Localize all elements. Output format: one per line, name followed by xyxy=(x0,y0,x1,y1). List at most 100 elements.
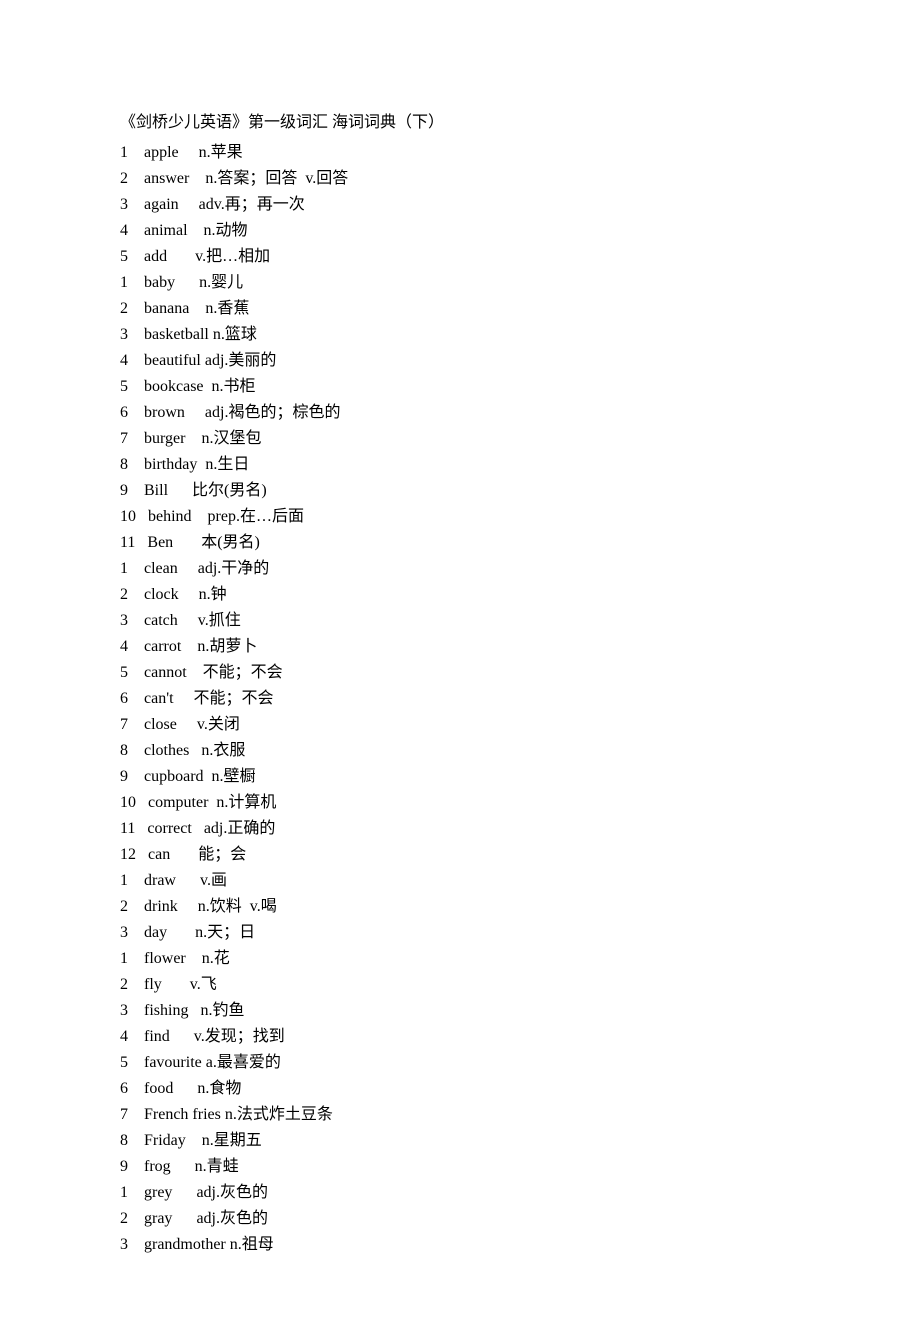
entry-word: clothes xyxy=(144,742,189,759)
entry-number: 7 xyxy=(120,716,128,733)
vocab-entry: 7 French fries n.法式炸土豆条 xyxy=(120,1102,800,1128)
entry-definition: adv.再；再一次 xyxy=(199,196,305,213)
entry-definition: n.钓鱼 xyxy=(200,1002,244,1019)
entry-word: clean xyxy=(144,560,178,577)
entry-number: 8 xyxy=(120,456,128,473)
vocab-entry: 2 answer n.答案；回答 v.回答 xyxy=(120,166,800,192)
entry-word: animal xyxy=(144,222,188,239)
entry-word: close xyxy=(144,716,177,733)
entry-word: birthday xyxy=(144,456,197,473)
vocab-entry: 3 day n.天；日 xyxy=(120,920,800,946)
vocab-entry: 9 frog n.青蛙 xyxy=(120,1154,800,1180)
entry-definition: adj.美丽的 xyxy=(205,352,277,369)
entry-number: 3 xyxy=(120,612,128,629)
entry-definition: v.把…相加 xyxy=(195,248,270,265)
vocab-entry: 2 fly v.飞 xyxy=(120,972,800,998)
vocab-entry: 1 clean adj.干净的 xyxy=(120,556,800,582)
entry-word: correct xyxy=(147,820,191,837)
entry-number: 8 xyxy=(120,1132,128,1149)
entry-number: 3 xyxy=(120,1236,128,1253)
entry-number: 6 xyxy=(120,404,128,421)
entry-number: 3 xyxy=(120,1002,128,1019)
vocab-entry: 10 computer n.计算机 xyxy=(120,790,800,816)
entry-word: food xyxy=(144,1080,173,1097)
entry-word: French fries xyxy=(144,1106,221,1123)
vocab-entry: 2 clock n.钟 xyxy=(120,582,800,608)
vocab-entry: 4 find v.发现；找到 xyxy=(120,1024,800,1050)
entry-definition: 能；会 xyxy=(198,846,246,863)
entry-number: 6 xyxy=(120,690,128,707)
entry-definition: v.画 xyxy=(200,872,227,889)
entry-definition: n.壁橱 xyxy=(212,768,256,785)
entry-definition: v.发现；找到 xyxy=(194,1028,285,1045)
entry-word: burger xyxy=(144,430,185,447)
entry-definition: adj.正确的 xyxy=(204,820,276,837)
entry-word: day xyxy=(144,924,167,941)
entry-word: grandmother xyxy=(144,1236,226,1253)
vocab-entry: 3 fishing n.钓鱼 xyxy=(120,998,800,1024)
entry-word: gray xyxy=(144,1210,172,1227)
entry-number: 9 xyxy=(120,1158,128,1175)
entry-word: favourite xyxy=(144,1054,202,1071)
entry-definition: a.最喜爱的 xyxy=(206,1054,281,1071)
vocab-entry: 7 close v.关闭 xyxy=(120,712,800,738)
entry-number: 1 xyxy=(120,560,128,577)
entry-word: computer xyxy=(148,794,208,811)
entry-number: 5 xyxy=(120,1054,128,1071)
entry-number: 5 xyxy=(120,248,128,265)
entry-word: fly xyxy=(144,976,162,993)
vocab-entry: 6 food n.食物 xyxy=(120,1076,800,1102)
entry-definition: 不能；不会 xyxy=(194,690,274,707)
entry-number: 1 xyxy=(120,872,128,889)
entry-word: add xyxy=(144,248,167,265)
entry-definition: adj.灰色的 xyxy=(196,1210,268,1227)
entry-word: apple xyxy=(144,144,179,161)
entry-word: can't xyxy=(144,690,174,707)
vocab-entry: 1 grey adj.灰色的 xyxy=(120,1180,800,1206)
entry-word: beautiful xyxy=(144,352,201,369)
entry-number: 4 xyxy=(120,1028,128,1045)
entry-word: grey xyxy=(144,1184,172,1201)
entry-word: draw xyxy=(144,872,176,889)
entry-number: 6 xyxy=(120,1080,128,1097)
vocab-entry: 1 flower n.花 xyxy=(120,946,800,972)
entry-number: 2 xyxy=(120,586,128,603)
entry-word: can xyxy=(148,846,170,863)
entry-definition: n.香蕉 xyxy=(205,300,249,317)
entry-word: cannot xyxy=(144,664,187,681)
entry-number: 2 xyxy=(120,1210,128,1227)
entry-definition: n.饮料 v.喝 xyxy=(198,898,277,915)
entry-word: fishing xyxy=(144,1002,188,1019)
entry-word: banana xyxy=(144,300,189,317)
entry-definition: n.动物 xyxy=(204,222,248,239)
entry-word: Friday xyxy=(144,1132,186,1149)
vocab-entry: 9 Bill 比尔(男名) xyxy=(120,478,800,504)
vocab-entry: 4 beautiful adj.美丽的 xyxy=(120,348,800,374)
entry-word: carrot xyxy=(144,638,181,655)
entry-number: 2 xyxy=(120,170,128,187)
entry-word: baby xyxy=(144,274,175,291)
entry-definition: n.胡萝卜 xyxy=(197,638,257,655)
vocab-entry: 1 draw v.画 xyxy=(120,868,800,894)
entry-word: behind xyxy=(148,508,192,525)
entry-number: 4 xyxy=(120,638,128,655)
vocab-entry: 1 baby n.婴儿 xyxy=(120,270,800,296)
entry-definition: n.衣服 xyxy=(201,742,245,759)
entry-number: 11 xyxy=(120,534,135,551)
vocab-entry: 4 animal n.动物 xyxy=(120,218,800,244)
entry-word: basketball xyxy=(144,326,209,343)
entry-number: 2 xyxy=(120,898,128,915)
entry-definition: adj.干净的 xyxy=(198,560,270,577)
entry-number: 10 xyxy=(120,508,136,525)
entry-word: flower xyxy=(144,950,186,967)
entry-number: 7 xyxy=(120,1106,128,1123)
vocab-entry: 11 Ben 本(男名) xyxy=(120,530,800,556)
vocab-entry: 2 drink n.饮料 v.喝 xyxy=(120,894,800,920)
entry-number: 11 xyxy=(120,820,135,837)
entry-definition: n.计算机 xyxy=(216,794,276,811)
vocab-entry: 5 cannot 不能；不会 xyxy=(120,660,800,686)
vocab-entry: 3 again adv.再；再一次 xyxy=(120,192,800,218)
entry-definition: n.生日 xyxy=(205,456,249,473)
vocab-entry: 3 catch v.抓住 xyxy=(120,608,800,634)
entry-word: brown xyxy=(144,404,185,421)
